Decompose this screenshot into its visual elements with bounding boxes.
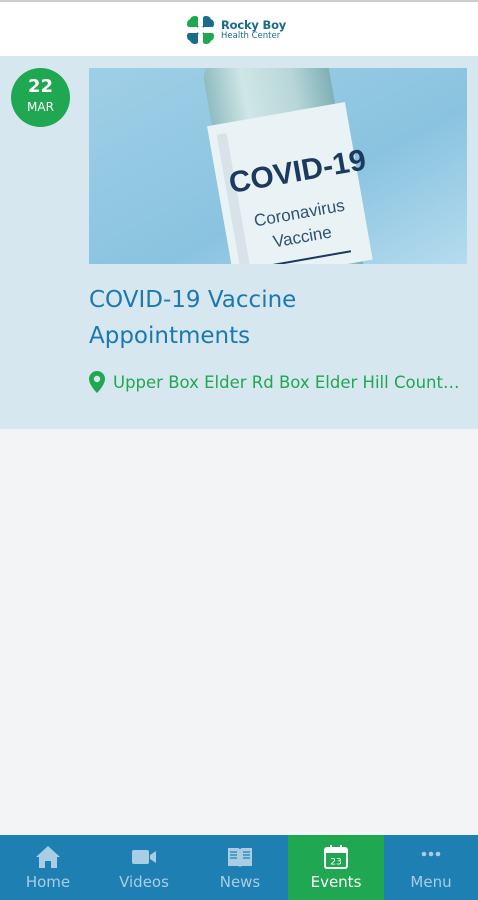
location-pin-icon	[89, 371, 105, 393]
more-dots-icon	[421, 851, 441, 857]
tab-videos[interactable]: Videos	[96, 835, 192, 900]
tab-events-label: Events	[310, 873, 362, 891]
event-title[interactable]: COVID-19 Vaccine Appointments	[89, 282, 459, 354]
event-day: 22	[27, 76, 54, 97]
tab-home[interactable]: Home	[0, 835, 96, 900]
app-header: Rocky Boy Health Center	[0, 0, 478, 56]
event-location-text: Upper Box Elder Rd Box Elder Hill County…	[113, 372, 467, 392]
event-month: MAR	[27, 100, 54, 114]
logo-subtitle: Health Center	[221, 31, 281, 41]
logo-title: Rocky Boy	[221, 17, 287, 32]
tab-news-label: News	[219, 873, 261, 891]
svg-text:23: 23	[330, 858, 341, 868]
logo-mark-icon	[187, 16, 214, 44]
event-image[interactable]: COVID-19 Coronavirus Vaccine	[89, 68, 467, 264]
tab-home-label: Home	[25, 873, 71, 891]
tab-news[interactable]: News	[192, 835, 288, 900]
calendar-icon: 23	[324, 845, 348, 869]
tab-menu[interactable]: Menu	[384, 835, 478, 900]
event-date-badge: 22 MAR	[11, 68, 70, 127]
bottom-tab-bar: Home Videos News 23 Events Menu	[0, 835, 478, 900]
tab-videos-label: Videos	[119, 873, 169, 891]
tab-events[interactable]: 23 Events	[288, 835, 384, 900]
event-location[interactable]: Upper Box Elder Rd Box Elder Hill County…	[89, 370, 467, 394]
event-card[interactable]: 22 MAR COVID-19 Coronavirus Vaccine COVI…	[0, 56, 478, 429]
tab-menu-label: Menu	[410, 873, 452, 891]
home-icon	[36, 846, 60, 868]
book-icon	[228, 848, 252, 867]
rocky-boy-logo: Rocky Boy Health Center	[186, 15, 286, 45]
video-camera-icon	[132, 850, 156, 864]
